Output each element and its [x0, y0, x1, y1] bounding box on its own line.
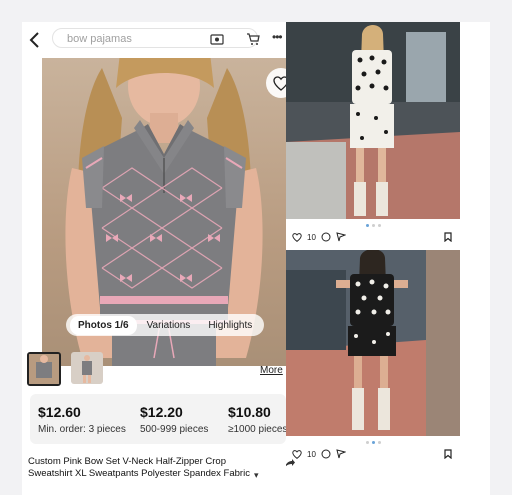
thumbnail-strip: [27, 352, 103, 386]
carousel-dot: [366, 224, 369, 227]
thumbnail-1-image: [29, 354, 59, 384]
share-icon[interactable]: [286, 458, 296, 468]
more-link[interactable]: More: [260, 365, 283, 376]
price-tier: $12.20 500-999 pieces: [140, 394, 208, 444]
heart-icon: [273, 75, 286, 91]
cart-icon[interactable]: [246, 32, 260, 46]
product-title-line: Custom Pink Bow Set V-Neck Half-Zipper C…: [28, 456, 226, 467]
tier-quantity: 500-999 pieces: [140, 424, 209, 435]
social-feed-panel: 10 10: [286, 22, 490, 495]
post-image-1[interactable]: [286, 22, 460, 219]
camera-search-icon[interactable]: [210, 33, 224, 45]
thumbnail-2[interactable]: [71, 352, 103, 384]
price-tier: $12.60 Min. order: 3 pieces: [38, 394, 126, 444]
post-2-photo: [286, 250, 460, 436]
carousel-dot: [378, 224, 381, 227]
comment-icon[interactable]: [321, 232, 331, 242]
tier-price: $12.20: [140, 404, 183, 420]
back-arrow-icon[interactable]: [28, 30, 42, 50]
bookmark-icon[interactable]: [444, 232, 452, 242]
bookmark-icon[interactable]: [444, 449, 452, 459]
more-options-icon[interactable]: •••: [272, 30, 283, 44]
tab-variations[interactable]: Variations: [139, 316, 199, 335]
product-detail-panel: bow pajamas ••• Photos 1/6 Variations Hi…: [22, 22, 286, 495]
carousel-dots: [366, 441, 381, 444]
photo-tabs: Photos 1/6 Variations Highlights: [66, 314, 265, 336]
price-tiers: $12.60 Min. order: 3 pieces $12.20 500-9…: [30, 394, 286, 444]
like-count: 10: [307, 449, 316, 459]
thumbnail-1[interactable]: [27, 352, 61, 386]
like-count: 10: [307, 232, 316, 242]
send-icon[interactable]: [336, 232, 346, 242]
search-input[interactable]: bow pajamas: [52, 28, 258, 48]
product-title[interactable]: Custom Pink Bow Set V-Neck Half-Zipper C…: [28, 456, 284, 480]
thumbnail-2-image: [71, 352, 103, 384]
post-1-photo: [286, 22, 460, 219]
top-bar: bow pajamas •••: [22, 22, 286, 58]
like-heart-icon[interactable]: [292, 232, 302, 242]
chevron-down-icon[interactable]: ▾: [254, 470, 259, 481]
carousel-dot: [372, 224, 375, 227]
tier-quantity: Min. order: 3 pieces: [38, 424, 126, 435]
tab-highlights[interactable]: Highlights: [200, 316, 260, 335]
send-icon[interactable]: [336, 449, 346, 459]
price-tier: $10.80 ≥1000 pieces: [228, 394, 286, 444]
tier-quantity: ≥1000 pieces: [228, 424, 286, 435]
tab-photos[interactable]: Photos 1/6: [70, 315, 137, 335]
product-title-line: Sweatshirt XL Sweatpants Polyester Spand…: [28, 468, 250, 479]
post-image-2[interactable]: [286, 250, 460, 436]
tier-price: $10.80: [228, 404, 271, 420]
carousel-dot: [366, 441, 369, 444]
comment-icon[interactable]: [321, 449, 331, 459]
tier-price: $12.60: [38, 404, 81, 420]
post-actions: 10: [292, 449, 346, 459]
carousel-dot: [372, 441, 375, 444]
post-actions: 10: [292, 232, 346, 242]
carousel-dots: [366, 224, 381, 227]
carousel-dot: [378, 441, 381, 444]
